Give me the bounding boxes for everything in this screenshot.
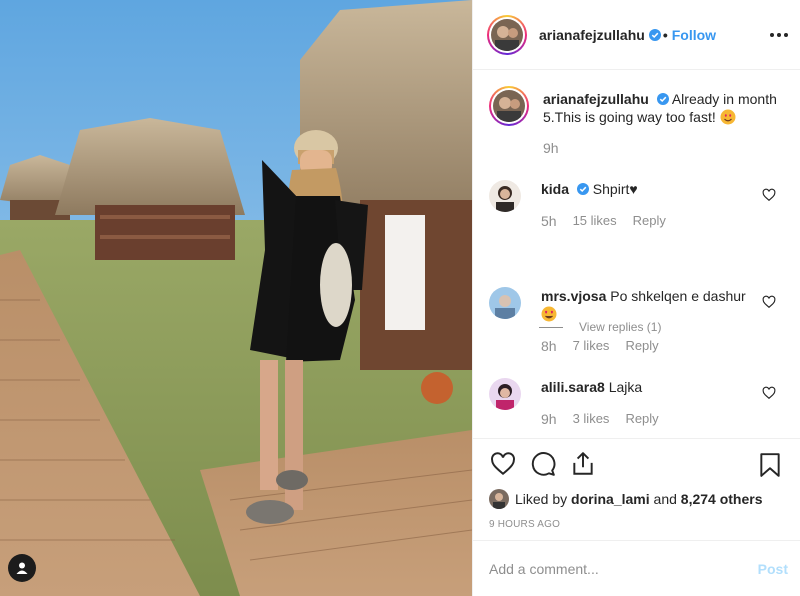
- caption-username[interactable]: arianafejzullahu: [543, 91, 649, 107]
- post-photo[interactable]: [0, 0, 472, 596]
- user-tag-icon[interactable]: [8, 554, 36, 582]
- heart-icon[interactable]: [762, 295, 776, 309]
- share-icon[interactable]: [569, 450, 597, 478]
- caption-author-avatar[interactable]: [489, 86, 529, 126]
- comment-text: Po shkelqen e dashur: [610, 288, 746, 304]
- author-username[interactable]: arianafejzullahu: [539, 27, 645, 43]
- post-actions: Liked by dorina_lami and 8,274 others 9 …: [473, 438, 800, 538]
- verified-badge-icon: [648, 28, 661, 41]
- commenter-avatar[interactable]: [489, 378, 521, 410]
- post-sidebar: arianafejzullahu • Follow arianafejzulla…: [472, 0, 800, 596]
- heart-eyes-emoji-icon: [541, 306, 557, 322]
- liked-by-prefix: Liked by: [515, 491, 568, 507]
- post-header: arianafejzullahu • Follow: [473, 0, 800, 70]
- comment-time: 5h: [541, 213, 557, 229]
- bookmark-icon[interactable]: [756, 451, 784, 479]
- author-avatar[interactable]: [487, 14, 527, 55]
- comment-text: Lajka: [608, 379, 643, 395]
- comments-section[interactable]: arianafejzullahu Already in month 5.This…: [473, 70, 800, 438]
- comment-item: alili.sara8 Lajka 9h 3 likes Reply: [489, 378, 784, 428]
- post-comment-button[interactable]: Post: [758, 561, 788, 577]
- like-heart-icon[interactable]: [489, 450, 517, 478]
- post-image: [0, 0, 472, 596]
- commenter-username[interactable]: alili.sara8: [541, 379, 605, 395]
- follow-button[interactable]: Follow: [672, 27, 716, 43]
- comment-likes[interactable]: 15 likes: [573, 212, 617, 230]
- comment-input[interactable]: [489, 560, 758, 577]
- comment-time: 8h: [541, 338, 557, 354]
- more-options-icon[interactable]: [770, 26, 788, 44]
- reply-button[interactable]: Reply: [625, 337, 658, 355]
- comment-likes[interactable]: 7 likes: [573, 337, 610, 355]
- add-comment-bar: Post: [473, 540, 800, 596]
- separator-dot: •: [662, 26, 668, 43]
- comment-item: kida Shpirt♥ 5h 15 likes Reply: [489, 180, 784, 230]
- commenter-username[interactable]: kida: [541, 181, 569, 197]
- liker-avatar[interactable]: [489, 489, 509, 509]
- commenter-username[interactable]: mrs.vjosa: [541, 288, 606, 304]
- liked-by-and: and: [653, 491, 677, 507]
- heart-icon[interactable]: [762, 386, 776, 400]
- comment-likes[interactable]: 3 likes: [573, 410, 610, 428]
- comment-icon[interactable]: [529, 450, 557, 478]
- liker-username[interactable]: dorina_lami: [571, 491, 650, 507]
- post-caption: arianafejzullahu Already in month 5.This…: [489, 86, 784, 157]
- comment-text: Shpirt♥: [592, 181, 638, 197]
- post-timestamp: 9 HOURS AGO: [489, 519, 561, 530]
- verified-badge-icon: [656, 93, 669, 105]
- likes-summary: Liked by dorina_lami and 8,274 others: [489, 489, 784, 509]
- commenter-avatar[interactable]: [489, 180, 521, 212]
- smiling-hearts-emoji-icon: [720, 109, 736, 125]
- verified-badge-icon: [576, 183, 589, 195]
- caption-time: 9h: [543, 140, 559, 156]
- reply-button[interactable]: Reply: [633, 212, 666, 230]
- likes-count[interactable]: 8,274 others: [681, 491, 763, 507]
- comment-item: mrs.vjosa Po shkelqen e dashur 8h 7 like…: [489, 287, 784, 355]
- reply-button[interactable]: Reply: [625, 410, 658, 428]
- comment-time: 9h: [541, 411, 557, 427]
- commenter-avatar[interactable]: [489, 287, 521, 319]
- heart-icon[interactable]: [762, 188, 776, 202]
